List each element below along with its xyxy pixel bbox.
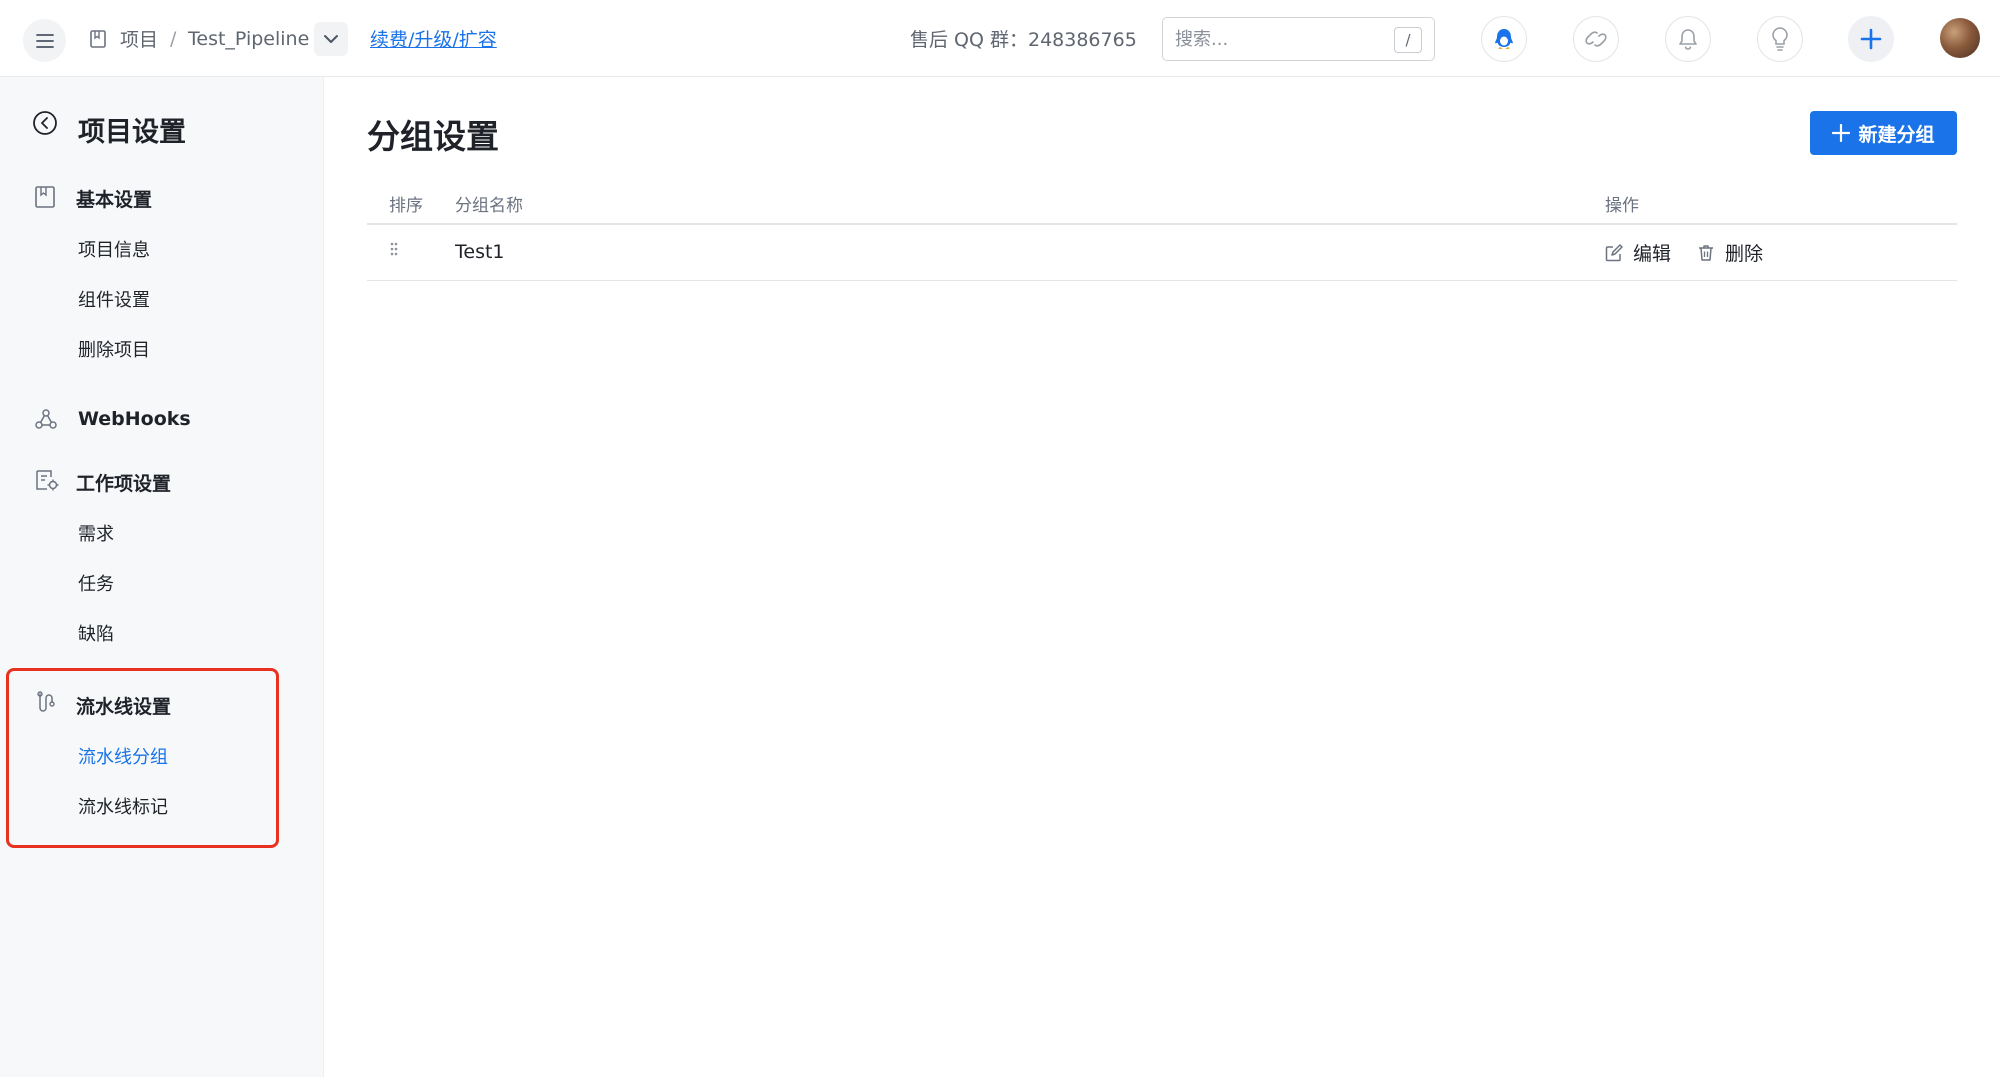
tips-button[interactable] [1757,16,1803,62]
link-icon [1585,31,1607,47]
sidebar-item-pipeline-tags[interactable]: 流水线标记 [78,793,168,819]
top-bar: 项目 / Test_Pipeline 续费/升级/扩容 售后 QQ 群：2483… [0,0,2000,77]
notifications-button[interactable] [1665,16,1711,62]
breadcrumb-project[interactable]: 项目 [120,0,158,77]
sidebar-group-label-workitems: 工作项设置 [76,473,172,495]
menu-icon [35,33,54,48]
sidebar-group-basic [34,185,56,209]
delete-button-label: 删除 [1725,243,1764,265]
column-header-actions: 操作 [1605,196,1639,216]
lightbulb-icon [1772,27,1788,51]
column-header-order: 排序 [389,196,423,216]
pipeline-icon [37,691,55,712]
sidebar-item-pipeline-groups[interactable]: 流水线分组 [78,743,168,769]
sidebar-group-workitems [34,468,60,492]
sidebar-group-label-pipeline: 流水线设置 [76,696,172,718]
sidebar-group-webhooks[interactable] [34,407,58,431]
new-group-button[interactable]: 新建分组 [1810,111,1957,155]
plus-icon [1832,124,1851,142]
page-title: 分组设置 [367,117,499,156]
sidebar-item-delete-project[interactable]: 删除项目 [78,336,150,362]
sidebar-item-bugs[interactable]: 缺陷 [78,620,114,646]
trash-icon [1699,244,1713,261]
new-group-button-label: 新建分组 [1858,123,1935,146]
sidebar-back-button[interactable] [32,110,58,136]
sidebar-item-requirements[interactable]: 需求 [78,520,114,546]
delete-button[interactable]: 删除 [1697,239,1763,266]
menu-button[interactable] [23,19,66,62]
edit-button-label: 编辑 [1633,243,1672,265]
settings-sidebar [0,77,324,1077]
penguin-icon [1495,29,1513,49]
sidebar-group-pipeline [34,690,58,716]
search-shortcut-key: / [1394,27,1422,53]
plus-icon [1860,28,1882,50]
edit-icon [1605,243,1623,261]
project-switcher-button[interactable] [314,22,348,56]
sidebar-item-tasks[interactable]: 任务 [78,570,114,596]
link-button[interactable] [1573,16,1619,62]
support-qq-group: 售后 QQ 群：248386765 [910,29,1137,51]
webhooks-icon [35,409,57,429]
project-icon [90,30,106,48]
create-button[interactable] [1848,16,1894,62]
search-input[interactable] [1175,18,1375,60]
group-name-cell: Test1 [455,241,505,263]
bell-icon [1679,29,1697,50]
sidebar-item-webhooks[interactable]: WebHooks [78,408,191,430]
workitem-settings-icon [36,470,59,491]
sidebar-item-project-info[interactable]: 项目信息 [78,236,150,262]
column-header-name: 分组名称 [455,196,523,216]
user-avatar[interactable] [1940,18,1980,58]
sidebar-group-label-basic: 基本设置 [76,189,153,211]
book-icon [35,186,55,208]
sidebar-title: 项目设置 [78,117,186,148]
qq-support-button[interactable] [1481,16,1527,62]
sidebar-item-component-settings[interactable]: 组件设置 [78,286,150,312]
edit-button[interactable]: 编辑 [1605,239,1671,266]
back-circle-icon [33,111,57,135]
drag-handle-icon[interactable] [389,241,399,257]
group-table: 排序 分组名称 操作 Test1 编辑 删除 [367,183,1957,281]
breadcrumb-separator: / [170,27,177,50]
table-header: 排序 分组名称 操作 [367,183,1957,225]
renew-upgrade-link[interactable]: 续费/升级/扩容 [370,0,497,77]
chevron-down-icon [324,35,338,43]
search-box[interactable]: / [1162,17,1435,61]
table-row: Test1 编辑 删除 [367,225,1957,281]
breadcrumb-project-name[interactable]: Test_Pipeline [188,0,309,77]
